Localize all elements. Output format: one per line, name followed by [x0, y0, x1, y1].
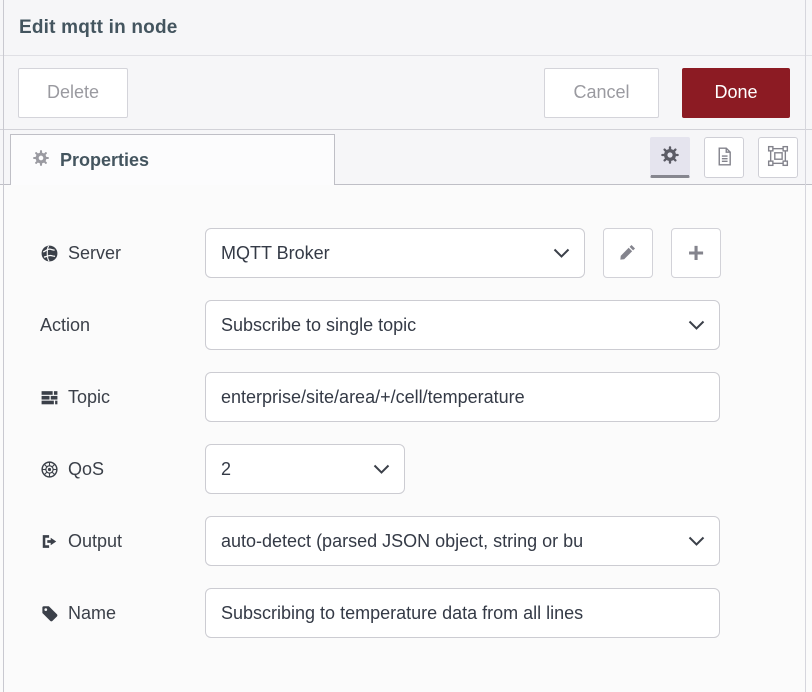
tab-bar: Properties [0, 130, 812, 185]
form-row-topic: Topic [40, 372, 812, 422]
form-row-name: Name [40, 588, 812, 638]
action-select[interactable]: Subscribe to single topic [205, 300, 720, 350]
empire-icon [40, 460, 59, 479]
chevron-down-icon [373, 464, 390, 475]
form-row-qos: QoS 2 [40, 444, 812, 494]
globe-icon [40, 244, 59, 263]
toolbar-properties-button[interactable] [650, 137, 690, 178]
form-row-output: Output auto-detect (parsed JSON object, … [40, 516, 812, 566]
server-label-group: Server [40, 243, 205, 264]
server-select[interactable]: MQTT Broker [205, 228, 585, 278]
action-select-value: Subscribe to single topic [221, 315, 677, 336]
toolbar-appearance-button[interactable] [758, 137, 798, 178]
name-label-group: Name [40, 603, 205, 624]
toolbar-description-button[interactable] [704, 137, 744, 178]
add-server-button[interactable]: + [671, 228, 721, 278]
topic-label: Topic [68, 387, 110, 408]
output-label-group: Output [40, 531, 205, 552]
properties-form: Server MQTT Broker + [0, 185, 812, 638]
name-label: Name [68, 603, 116, 624]
tab-toolbar [650, 137, 798, 178]
gear-icon [32, 149, 50, 172]
tasks-icon [40, 388, 59, 407]
edit-node-dialog: Edit mqtt in node Delete Cancel Done [0, 0, 812, 692]
name-input[interactable] [205, 588, 720, 638]
group-selection-icon [767, 145, 789, 170]
output-select[interactable]: auto-detect (parsed JSON object, string … [205, 516, 720, 566]
server-label: Server [68, 243, 121, 264]
tag-icon [40, 604, 59, 623]
topic-input[interactable] [205, 372, 720, 422]
edit-server-button[interactable] [603, 228, 653, 278]
action-label-group: Action [40, 315, 205, 336]
qos-label: QoS [68, 459, 104, 480]
cancel-button[interactable]: Cancel [544, 68, 659, 118]
plus-icon: + [688, 237, 704, 269]
chevron-down-icon [688, 536, 705, 547]
qos-label-group: QoS [40, 459, 205, 480]
output-select-value: auto-detect (parsed JSON object, string … [221, 531, 677, 552]
dialog-button-bar: Delete Cancel Done [0, 56, 812, 130]
output-label: Output [68, 531, 122, 552]
pencil-icon [618, 237, 638, 269]
server-select-value: MQTT Broker [221, 243, 542, 264]
form-row-server: Server MQTT Broker + [40, 228, 812, 278]
qos-select-value: 2 [221, 459, 362, 480]
form-row-action: Action Subscribe to single topic [40, 300, 812, 350]
delete-button[interactable]: Delete [18, 68, 128, 118]
gear-icon [660, 145, 680, 168]
done-button[interactable]: Done [682, 68, 790, 118]
action-label: Action [40, 315, 90, 336]
dialog-title: Edit mqtt in node [19, 17, 178, 39]
tab-properties-label: Properties [60, 150, 149, 171]
chevron-down-icon [553, 248, 570, 259]
file-icon [714, 146, 735, 170]
topic-label-group: Topic [40, 387, 205, 408]
chevron-down-icon [688, 320, 705, 331]
dialog-header: Edit mqtt in node [0, 0, 812, 56]
tab-properties[interactable]: Properties [10, 134, 335, 185]
qos-select[interactable]: 2 [205, 444, 405, 494]
sign-out-icon [40, 532, 59, 551]
